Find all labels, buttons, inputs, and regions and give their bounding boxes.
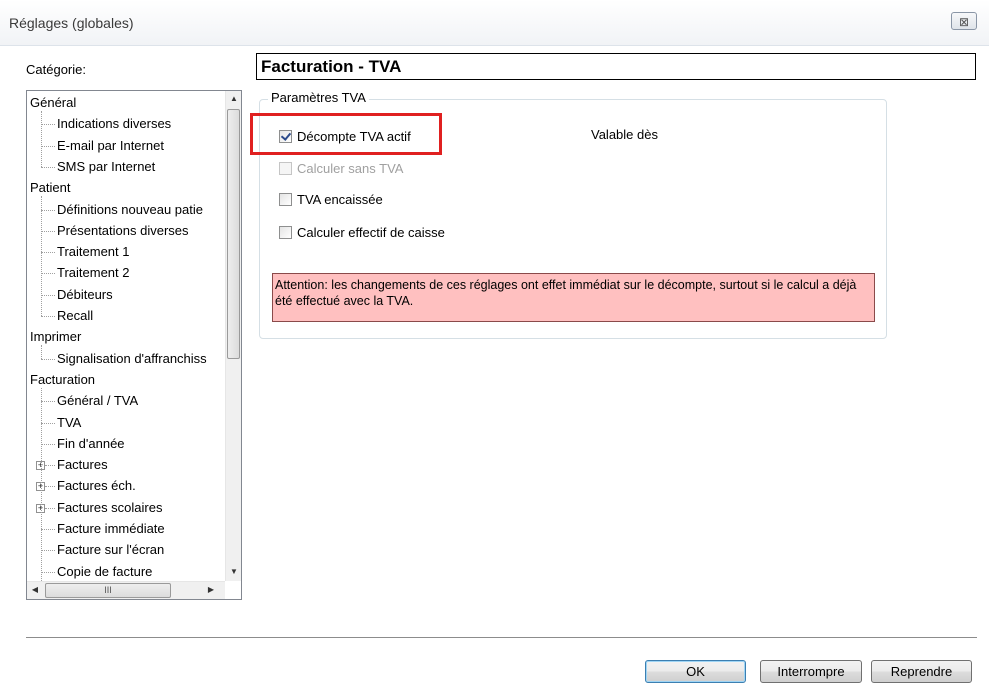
tree-item[interactable]: Facture immédiate xyxy=(57,519,165,539)
tree-connector xyxy=(41,230,55,232)
tree-item[interactable]: Général xyxy=(30,93,76,113)
tree-connector xyxy=(41,550,55,552)
tree-vertical-scrollbar[interactable]: ▲ ▼ xyxy=(225,91,241,581)
tree-item[interactable]: SMS par Internet xyxy=(57,157,155,177)
tree-connector xyxy=(45,486,55,488)
checkbox-icon[interactable] xyxy=(279,225,292,239)
checkbox-effectif-caisse[interactable]: Calculer effectif de caisse xyxy=(279,223,445,241)
scroll-down-icon[interactable]: ▼ xyxy=(226,567,241,576)
footer-separator xyxy=(26,637,977,638)
tree-connector xyxy=(41,124,55,126)
tree-item[interactable]: Débiteurs xyxy=(57,285,113,305)
tree-connector xyxy=(41,166,55,168)
tree-item[interactable]: Indications diverses xyxy=(57,114,171,134)
tree-connector xyxy=(41,273,55,275)
close-icon: ⊠ xyxy=(958,15,970,29)
tree-connector xyxy=(41,294,55,296)
checkbox-icon[interactable] xyxy=(279,192,292,206)
tree-item[interactable]: E-mail par Internet xyxy=(57,136,164,156)
tree-connector xyxy=(41,387,42,581)
tree-connector xyxy=(41,345,42,359)
checkbox-label: Calculer sans TVA xyxy=(297,160,404,176)
tree-item[interactable]: Factures xyxy=(57,455,108,475)
interrompre-button-label: Interrompre xyxy=(777,664,845,679)
checkbox-tva-encaissee[interactable]: TVA encaissée xyxy=(279,190,383,208)
interrompre-button[interactable]: Interrompre xyxy=(760,660,862,683)
warning-message: Attention: les changements de ces réglag… xyxy=(272,273,875,322)
tree-item[interactable]: Factures scolaires xyxy=(57,498,162,518)
vertical-scroll-thumb[interactable] xyxy=(227,109,240,359)
tree-connector xyxy=(41,111,42,167)
tree-connector xyxy=(45,465,55,467)
category-tree[interactable]: Général Indications diverses E-mail par In… xyxy=(26,90,242,600)
tree-item[interactable]: Définitions nouveau patie xyxy=(57,200,203,220)
tree-item[interactable]: Facturation xyxy=(30,370,95,390)
tree-connector xyxy=(41,443,55,445)
checkbox-label: TVA encaissée xyxy=(297,191,383,207)
tree-item[interactable]: Traitement 1 xyxy=(57,242,130,262)
title-bar: Réglages (globales) ⊠ xyxy=(0,0,989,46)
tree-connector xyxy=(41,358,55,360)
ok-button[interactable]: OK xyxy=(645,660,746,683)
checkbox-label: Calculer effectif de caisse xyxy=(297,224,445,240)
tree-connector xyxy=(41,316,55,317)
tree-item[interactable]: Copie de facture xyxy=(57,562,152,581)
close-button[interactable]: ⊠ xyxy=(951,12,977,30)
tree-connector xyxy=(41,529,55,530)
tree-connector xyxy=(45,507,55,509)
valable-des-label: Valable dès xyxy=(591,127,658,142)
ok-button-label: OK xyxy=(686,664,705,679)
scroll-up-icon[interactable]: ▲ xyxy=(226,94,241,103)
tree-item[interactable]: Général / TVA xyxy=(57,391,138,411)
reprendre-button[interactable]: Reprendre xyxy=(871,660,972,683)
section-title: Facturation - TVA xyxy=(256,53,976,80)
tree-item[interactable]: Traitement 2 xyxy=(57,263,130,283)
tree-item[interactable]: Présentations diverses xyxy=(57,221,189,241)
group-label: Paramètres TVA xyxy=(268,90,369,105)
tree-item-selected[interactable]: TVA xyxy=(57,413,81,433)
tree-item[interactable]: Recall xyxy=(57,306,93,326)
scroll-left-icon[interactable]: ◀ xyxy=(29,585,41,594)
tree-connector xyxy=(41,196,42,316)
horizontal-scroll-thumb[interactable]: III xyxy=(45,583,171,598)
tree-connector xyxy=(41,145,55,147)
tree-connector xyxy=(41,209,55,211)
tree-connector xyxy=(41,252,55,254)
tree-item[interactable]: Fin d'année xyxy=(57,434,125,454)
tree-item[interactable]: Facture sur l'écran xyxy=(57,540,164,560)
window-title: Réglages (globales) xyxy=(9,15,134,31)
tree-item[interactable]: Imprimer xyxy=(30,327,81,347)
tree-item[interactable]: Patient xyxy=(30,178,70,198)
reprendre-button-label: Reprendre xyxy=(890,664,953,679)
category-label: Catégorie: xyxy=(26,62,86,77)
checkbox-calculer-sans-tva: Calculer sans TVA xyxy=(279,159,403,177)
tree-item[interactable]: Signalisation d'affranchiss xyxy=(57,349,207,369)
tree-horizontal-scrollbar[interactable]: ◀ III ▶ xyxy=(27,581,225,599)
tree-items: Général Indications diverses E-mail par In… xyxy=(27,91,225,581)
highlight-annotation xyxy=(250,113,442,155)
tree-connector xyxy=(41,571,55,573)
checkbox-disabled-icon xyxy=(279,161,292,175)
tree-connector xyxy=(41,401,55,403)
tree-item[interactable]: Factures éch. xyxy=(57,476,136,496)
scroll-right-icon[interactable]: ▶ xyxy=(205,585,217,594)
tree-connector xyxy=(41,422,55,424)
